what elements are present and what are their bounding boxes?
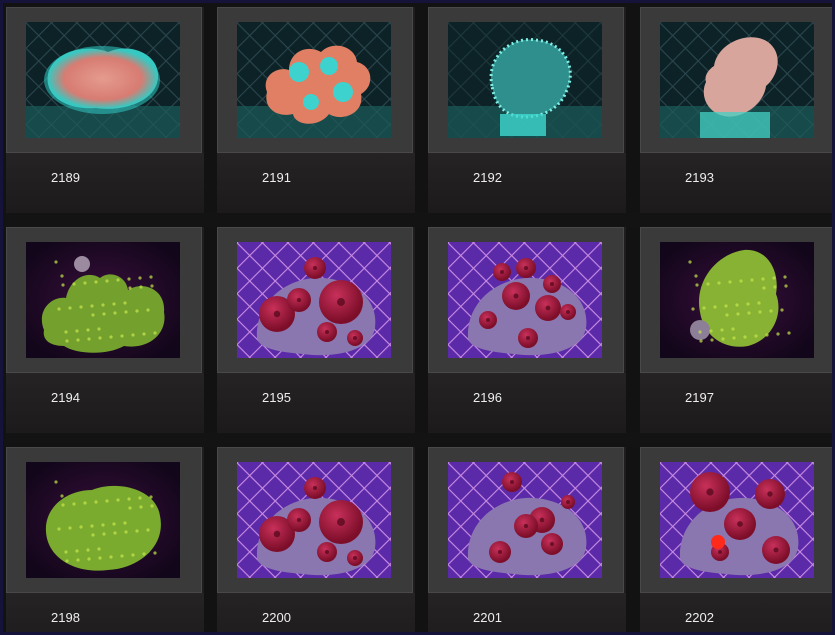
item-caption: 2189	[6, 153, 204, 213]
gallery-item[interactable]: 2193	[640, 7, 832, 213]
item-caption: 2194	[6, 373, 204, 433]
thumbnail-frame	[640, 227, 832, 373]
coral-thumbnail[interactable]	[448, 462, 602, 578]
item-number[interactable]: 2197	[685, 390, 714, 405]
item-caption: 2198	[6, 593, 204, 632]
item-number[interactable]: 2196	[473, 390, 502, 405]
gallery-item[interactable]: 2191	[217, 7, 415, 213]
item-number[interactable]: 2198	[51, 610, 80, 625]
gallery-item[interactable]: 2189	[6, 7, 204, 213]
thumbnail-grid: 2189 2191 2192 2193 2194 2195 2196 2197 …	[6, 7, 832, 632]
thumbnail-frame	[6, 7, 202, 153]
item-number[interactable]: 2195	[262, 390, 291, 405]
item-caption: 2200	[217, 593, 415, 632]
thumbnail-frame	[428, 447, 624, 593]
item-caption: 2195	[217, 373, 415, 433]
coral-thumbnail[interactable]	[237, 462, 391, 578]
coral-thumbnail[interactable]	[237, 22, 391, 138]
item-number[interactable]: 2193	[685, 170, 714, 185]
item-caption: 2201	[428, 593, 626, 632]
item-number[interactable]: 2191	[262, 170, 291, 185]
item-caption: 2202	[640, 593, 832, 632]
thumbnail-frame	[217, 227, 413, 373]
coral-thumbnail[interactable]	[660, 242, 814, 358]
gallery-window: 2189 2191 2192 2193 2194 2195 2196 2197 …	[0, 0, 835, 635]
coral-thumbnail[interactable]	[448, 22, 602, 138]
thumbnail-frame	[428, 227, 624, 373]
item-number[interactable]: 2202	[685, 610, 714, 625]
item-number[interactable]: 2200	[262, 610, 291, 625]
gallery-item[interactable]: 2194	[6, 227, 204, 433]
item-number[interactable]: 2194	[51, 390, 80, 405]
coral-thumbnail[interactable]	[660, 462, 814, 578]
gallery-item[interactable]: 2195	[217, 227, 415, 433]
item-caption: 2191	[217, 153, 415, 213]
item-caption: 2196	[428, 373, 626, 433]
thumbnail-frame	[217, 447, 413, 593]
gallery-item[interactable]: 2202	[640, 447, 832, 632]
gallery-item[interactable]: 2201	[428, 447, 626, 632]
gallery-item[interactable]: 2196	[428, 227, 626, 433]
coral-thumbnail[interactable]	[26, 22, 180, 138]
thumbnail-frame	[640, 7, 832, 153]
coral-thumbnail[interactable]	[237, 242, 391, 358]
row-divider	[6, 213, 832, 227]
gallery-item[interactable]: 2198	[6, 447, 204, 632]
item-number[interactable]: 2192	[473, 170, 502, 185]
item-caption: 2192	[428, 153, 626, 213]
item-caption: 2193	[640, 153, 832, 213]
thumbnail-frame	[6, 227, 202, 373]
coral-thumbnail[interactable]	[448, 242, 602, 358]
gallery-item[interactable]: 2200	[217, 447, 415, 632]
thumbnail-frame	[6, 447, 202, 593]
thumbnail-frame	[640, 447, 832, 593]
item-number[interactable]: 2189	[51, 170, 80, 185]
gallery-item[interactable]: 2192	[428, 7, 626, 213]
thumbnail-frame	[428, 7, 624, 153]
thumbnail-frame	[217, 7, 413, 153]
item-number[interactable]: 2201	[473, 610, 502, 625]
row-divider	[6, 433, 832, 447]
item-caption: 2197	[640, 373, 832, 433]
gallery-item[interactable]: 2197	[640, 227, 832, 433]
coral-thumbnail[interactable]	[26, 462, 180, 578]
coral-thumbnail[interactable]	[26, 242, 180, 358]
coral-thumbnail[interactable]	[660, 22, 814, 138]
